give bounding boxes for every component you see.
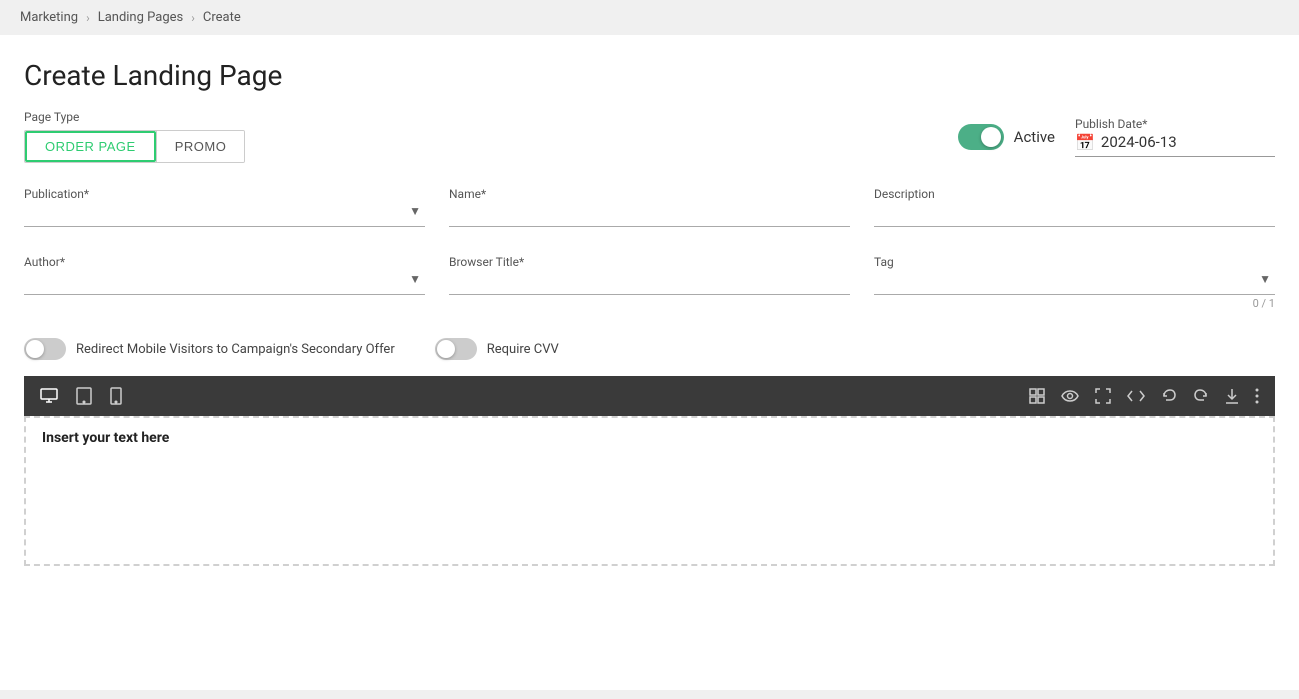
breadcrumb-marketing[interactable]: Marketing: [20, 10, 78, 25]
redirect-toggle-track: [24, 338, 66, 360]
desktop-view-btn[interactable]: [34, 384, 64, 408]
tag-field: Tag ▼ 0 / 1: [874, 255, 1275, 310]
redirect-label: Redirect Mobile Visitors to Campaign's S…: [76, 342, 395, 357]
page-title: Create Landing Page: [24, 59, 1275, 92]
tag-count: 0 / 1: [874, 297, 1275, 310]
description-field: Description: [874, 187, 1275, 227]
author-select-wrapper: ▼: [24, 255, 425, 295]
undo-btn[interactable]: [1155, 384, 1183, 408]
browser-title-field: Browser Title*: [449, 255, 850, 310]
require-cvv-toggle-thumb: [437, 340, 455, 358]
name-label: Name*: [449, 187, 486, 201]
tag-select-wrapper: ▼: [874, 255, 1275, 295]
fullscreen-icon: [1095, 388, 1111, 404]
active-toggle-group: Active: [958, 124, 1055, 150]
code-btn[interactable]: [1121, 385, 1151, 407]
active-label: Active: [1014, 128, 1055, 146]
download-btn[interactable]: [1219, 384, 1245, 408]
more-btn[interactable]: [1249, 384, 1265, 408]
name-field: Name*: [449, 187, 850, 227]
form-row-2: Author* ▼ Browser Title* Tag ▼ 0 / 1: [24, 255, 1275, 310]
page-type-section: Page Type ORDER PAGE PROMO: [24, 110, 245, 163]
toggle-track: [958, 124, 1004, 150]
author-select[interactable]: [24, 255, 425, 294]
editor-area[interactable]: Insert your text here: [24, 416, 1275, 566]
page-type-label: Page Type: [24, 110, 245, 124]
fullscreen-btn[interactable]: [1089, 384, 1117, 408]
publish-date-row: 📅 2024-06-13: [1075, 133, 1275, 157]
preview-btn[interactable]: [1055, 386, 1085, 406]
author-field: Author* ▼: [24, 255, 425, 310]
toggle-thumb: [981, 127, 1001, 147]
redirect-toggle-item: Redirect Mobile Visitors to Campaign's S…: [24, 338, 395, 360]
main-content: Create Landing Page Page Type ORDER PAGE…: [0, 35, 1299, 690]
desktop-icon: [40, 388, 58, 404]
top-controls: Page Type ORDER PAGE PROMO Active Publis…: [24, 110, 1275, 163]
page-type-buttons: ORDER PAGE PROMO: [24, 130, 245, 163]
active-toggle[interactable]: [958, 124, 1004, 150]
calendar-icon: 📅: [1075, 133, 1095, 152]
editor-placeholder: Insert your text here: [42, 430, 169, 446]
redirect-toggle[interactable]: [24, 338, 66, 360]
page-type-promo-btn[interactable]: PROMO: [156, 131, 245, 162]
eye-icon: [1061, 390, 1079, 402]
publication-select-wrapper: ▼: [24, 187, 425, 227]
code-icon: [1127, 389, 1145, 403]
require-cvv-toggle-item: Require CVV: [435, 338, 559, 360]
page-type-order-btn[interactable]: ORDER PAGE: [25, 131, 156, 162]
publication-field: Publication* ▼: [24, 187, 425, 227]
redirect-toggle-thumb: [26, 340, 44, 358]
toolbar-right: [1023, 384, 1265, 408]
breadcrumb: Marketing › Landing Pages › Create: [0, 0, 1299, 35]
require-cvv-label: Require CVV: [487, 342, 559, 357]
more-icon: [1255, 388, 1259, 404]
tablet-view-btn[interactable]: [70, 383, 98, 409]
toolbar-left: [34, 383, 128, 409]
download-icon: [1225, 388, 1239, 404]
form-row-1: Publication* ▼ Name* Description: [24, 187, 1275, 227]
tag-select[interactable]: [874, 255, 1275, 294]
right-controls: Active Publish Date* 📅 2024-06-13: [958, 117, 1275, 157]
browser-title-label: Browser Title*: [449, 255, 524, 269]
grid-icon: [1029, 388, 1045, 404]
redo-icon: [1193, 388, 1209, 404]
publish-date-label: Publish Date*: [1075, 117, 1275, 131]
redo-btn[interactable]: [1187, 384, 1215, 408]
editor-toolbar: [24, 376, 1275, 416]
publish-date-section: Publish Date* 📅 2024-06-13: [1075, 117, 1275, 157]
breadcrumb-create: Create: [203, 10, 241, 25]
breadcrumb-landing-pages[interactable]: Landing Pages: [98, 10, 184, 25]
require-cvv-toggle-track: [435, 338, 477, 360]
publish-date-value[interactable]: 2024-06-13: [1101, 133, 1275, 151]
breadcrumb-sep-2: ›: [191, 11, 195, 25]
mobile-icon: [110, 387, 122, 405]
name-input[interactable]: [449, 187, 850, 227]
toggles-row: Redirect Mobile Visitors to Campaign's S…: [24, 338, 1275, 360]
breadcrumb-sep-1: ›: [86, 11, 90, 25]
require-cvv-toggle[interactable]: [435, 338, 477, 360]
mobile-view-btn[interactable]: [104, 383, 128, 409]
tablet-icon: [76, 387, 92, 405]
undo-icon: [1161, 388, 1177, 404]
publication-select[interactable]: [24, 187, 425, 226]
description-label: Description: [874, 187, 935, 201]
grid-btn[interactable]: [1023, 384, 1051, 408]
